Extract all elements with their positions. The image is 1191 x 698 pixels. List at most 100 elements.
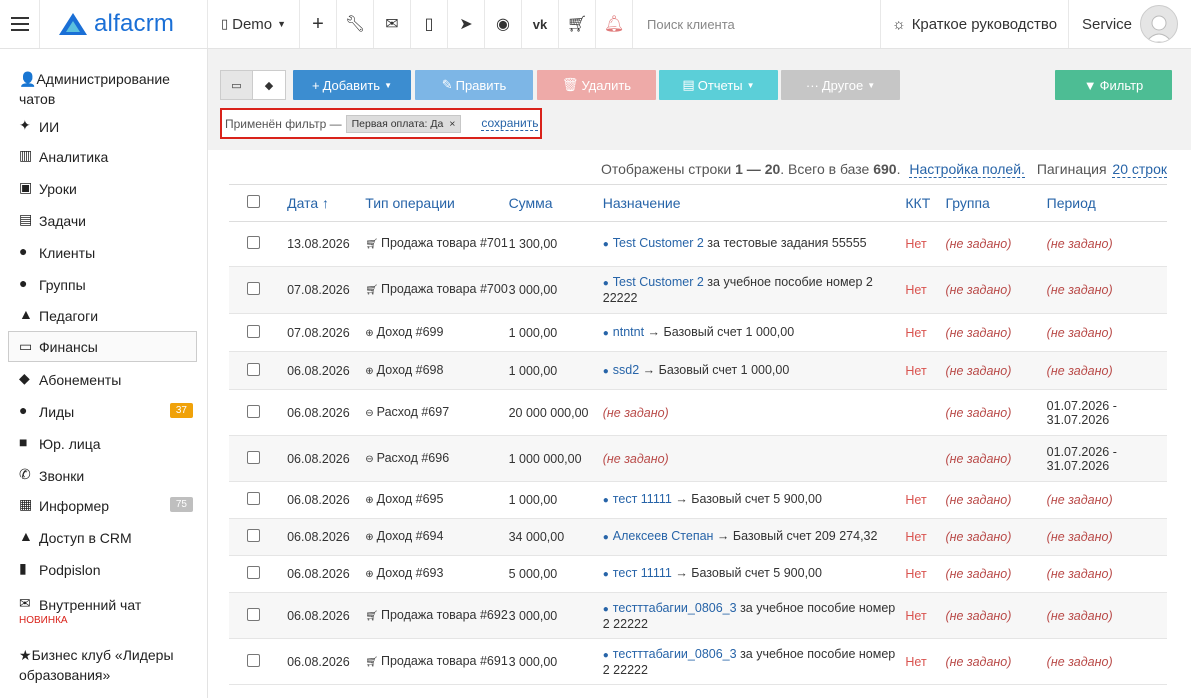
row-checkbox[interactable]	[247, 529, 260, 542]
operation-cell[interactable]: 🛒︎ Продажа товара #701	[365, 221, 509, 267]
row-checkbox[interactable]	[247, 282, 260, 295]
operation-cell[interactable]: ⊖ Расход #696	[365, 435, 509, 482]
col-date[interactable]: Дата ↑	[287, 184, 366, 222]
table-view-button[interactable]: ▭	[221, 71, 254, 99]
logo[interactable]: alfacrm	[40, 0, 208, 48]
period-cell: (не задано)	[1046, 592, 1167, 639]
operation-cell[interactable]: ⊕ Доход #695	[365, 481, 509, 519]
tag-view-button[interactable]: ◆	[253, 71, 285, 99]
sidebar-item-4[interactable]: ▤ Задачи	[0, 211, 207, 231]
sidebar-item-5[interactable]: ● Клиенты	[0, 243, 207, 263]
filter-chip[interactable]: Первая оплата: Да ×	[345, 114, 462, 133]
operation-cell[interactable]: ⊕ Доход #693	[365, 555, 509, 593]
row-checkbox[interactable]	[247, 566, 260, 579]
col-period[interactable]: Период	[1046, 184, 1167, 222]
client-link[interactable]: ntntnt	[613, 325, 644, 339]
client-link[interactable]: тестттабагии_0806_3	[613, 601, 737, 615]
table-row[interactable]: 13.08.2026 🛒︎ Продажа товара #701 1 300,00 ●…	[229, 221, 1167, 267]
col-group[interactable]: Группа	[945, 184, 1047, 222]
sidebar-item-15[interactable]: ▮ Podpislon	[0, 560, 207, 580]
sidebar-item-7[interactable]: ▲ Педагоги	[0, 306, 207, 326]
operation-cell[interactable]: ⊕ Доход #699	[365, 313, 509, 352]
sidebar-item-6[interactable]: ● Группы	[0, 275, 207, 295]
client-link[interactable]: тестттабагии_0806_3	[613, 647, 737, 661]
quick-guide-button[interactable]: ☼ Краткое руководство	[881, 0, 1069, 48]
cart-button[interactable]: 🛒︎	[559, 0, 596, 48]
row-checkbox[interactable]	[247, 607, 260, 621]
operation-cell[interactable]: ⊕ Доход #694	[365, 518, 509, 556]
table-row[interactable]: 07.08.2026 🛒︎ Продажа товара #700 3 000,00 ●…	[229, 266, 1167, 314]
client-link[interactable]: Test Customer 2	[613, 236, 704, 250]
close-icon[interactable]: ×	[449, 118, 455, 130]
reports-button[interactable]: ▤ Отчеты ▼	[659, 70, 778, 100]
table-row[interactable]: 06.08.2026 ⊖ Расход #696 1 000 000,00 (не за…	[229, 435, 1167, 482]
filter-button[interactable]: ▼ Фильтр	[1055, 70, 1172, 100]
row-checkbox[interactable]	[247, 362, 260, 376]
operation-cell[interactable]: ⊕ Доход #698	[365, 351, 509, 390]
table-row[interactable]: 06.08.2026 ⊕ Доход #695 1 000,00 ● тест 11111…	[229, 481, 1167, 519]
row-checkbox[interactable]	[247, 450, 260, 464]
sidebar-item-2[interactable]: ▥ Аналитика	[0, 147, 207, 167]
tools-button[interactable]: 🔧︎	[337, 0, 374, 48]
save-filter-link[interactable]: сохранить	[481, 116, 539, 131]
operation-cell[interactable]: 🛒︎ Продажа товара #700	[365, 266, 509, 314]
row-checkbox[interactable]	[247, 653, 260, 667]
col-kkt[interactable]: ККТ	[905, 184, 946, 222]
sidebar-item-10[interactable]: ● Лиды 37	[0, 402, 207, 422]
mail-button[interactable]: ✉	[374, 0, 411, 48]
add-quick-button[interactable]: +	[300, 0, 337, 48]
client-link[interactable]: тест 11111	[613, 492, 672, 506]
sidebar-item-0[interactable]: 👤Администрирование чатов	[0, 69, 207, 109]
sum-cell: 1 000,00	[508, 351, 603, 390]
client-link[interactable]: ssd2	[613, 363, 639, 377]
client-link[interactable]: тест 11111	[613, 566, 672, 580]
sidebar-item-8[interactable]: ▭ Финансы	[8, 331, 197, 362]
pagination-link[interactable]: 20 строк	[1112, 161, 1167, 178]
table-row[interactable]: 06.08.2026 🛒︎ Продажа товара #691 3 000,00 ●…	[229, 638, 1167, 685]
sidebar-item-1[interactable]: ✦ ИИ	[0, 117, 207, 137]
col-purpose[interactable]: Назначение	[602, 184, 906, 222]
row-checkbox[interactable]	[247, 404, 260, 418]
telegram-button[interactable]: ➤	[448, 0, 485, 48]
mobile-button[interactable]: ▯	[411, 0, 448, 48]
group-cell: (не задано)	[945, 351, 1047, 390]
sidebar-item-text: Информер	[39, 496, 109, 516]
other-button[interactable]: ··· Другое ▼	[781, 70, 900, 100]
client-link[interactable]: Test Customer 2	[613, 275, 704, 289]
sidebar-item-3[interactable]: ▣ Уроки	[0, 179, 207, 199]
operation-cell[interactable]: 🛒︎ Продажа товара #692	[365, 592, 509, 639]
table-row[interactable]: 06.08.2026 ⊕ Доход #694 34 000,00 ● Алексеев …	[229, 518, 1167, 556]
operation-cell[interactable]: 🛒︎ Продажа товара #691	[365, 638, 509, 685]
sidebar-item-12[interactable]: ✆ Звонки	[0, 466, 207, 486]
client-search-input[interactable]: Поиск клиента	[633, 0, 881, 48]
edit-button[interactable]: ✎ Править	[415, 70, 533, 100]
row-checkbox[interactable]	[247, 236, 260, 249]
fields-settings-link[interactable]: Настройка полей.	[909, 161, 1025, 178]
table-row[interactable]: 06.08.2026 ⊕ Доход #698 1 000,00 ● ssd2 → Баз…	[229, 351, 1167, 390]
select-all-checkbox[interactable]	[247, 195, 260, 208]
sidebar-item-16[interactable]: ✉ Внутренний чат НОВИНКА	[0, 595, 207, 626]
col-operation-type[interactable]: Тип операции	[365, 184, 509, 222]
sidebar-item-13[interactable]: ▦ Информер 75	[0, 496, 207, 516]
table-row[interactable]: 07.08.2026 ⊕ Доход #699 1 000,00 ● ntntnt → Б…	[229, 313, 1167, 352]
row-checkbox[interactable]	[247, 492, 260, 505]
delete-button[interactable]: 🗑︎ Удалить	[537, 70, 656, 100]
notifications-button[interactable]: 🔔︎	[596, 0, 633, 48]
demo-dropdown[interactable]: ▯ Demo ▼	[208, 0, 300, 48]
client-link[interactable]: Алексеев Степан	[613, 529, 714, 543]
whatsapp-button[interactable]: ◉	[485, 0, 522, 48]
table-row[interactable]: 06.08.2026 🛒︎ Продажа товара #692 3 000,00 ●…	[229, 592, 1167, 639]
vk-button[interactable]: vk	[522, 0, 559, 48]
add-button[interactable]: + Добавить ▼	[293, 70, 411, 100]
sidebar-item-14[interactable]: ▲ Доступ в CRM	[0, 528, 207, 548]
col-sum[interactable]: Сумма	[508, 184, 603, 222]
operation-cell[interactable]: ⊖ Расход #697	[365, 389, 509, 436]
menu-toggle-button[interactable]	[0, 0, 40, 48]
table-row[interactable]: 06.08.2026 ⊕ Доход #693 5 000,00 ● тест 11111…	[229, 555, 1167, 593]
user-menu[interactable]: Service	[1069, 0, 1191, 48]
table-row[interactable]: 06.08.2026 ⊖ Расход #697 20 000 000,00 (не з…	[229, 389, 1167, 436]
sidebar-item-9[interactable]: ◆ Абонементы	[0, 370, 207, 390]
sidebar-item-17[interactable]: ★Бизнес клуб «Лидеры образования»	[0, 645, 207, 685]
sidebar-item-11[interactable]: ■ Юр. лица	[0, 434, 207, 454]
row-checkbox[interactable]	[247, 324, 260, 338]
